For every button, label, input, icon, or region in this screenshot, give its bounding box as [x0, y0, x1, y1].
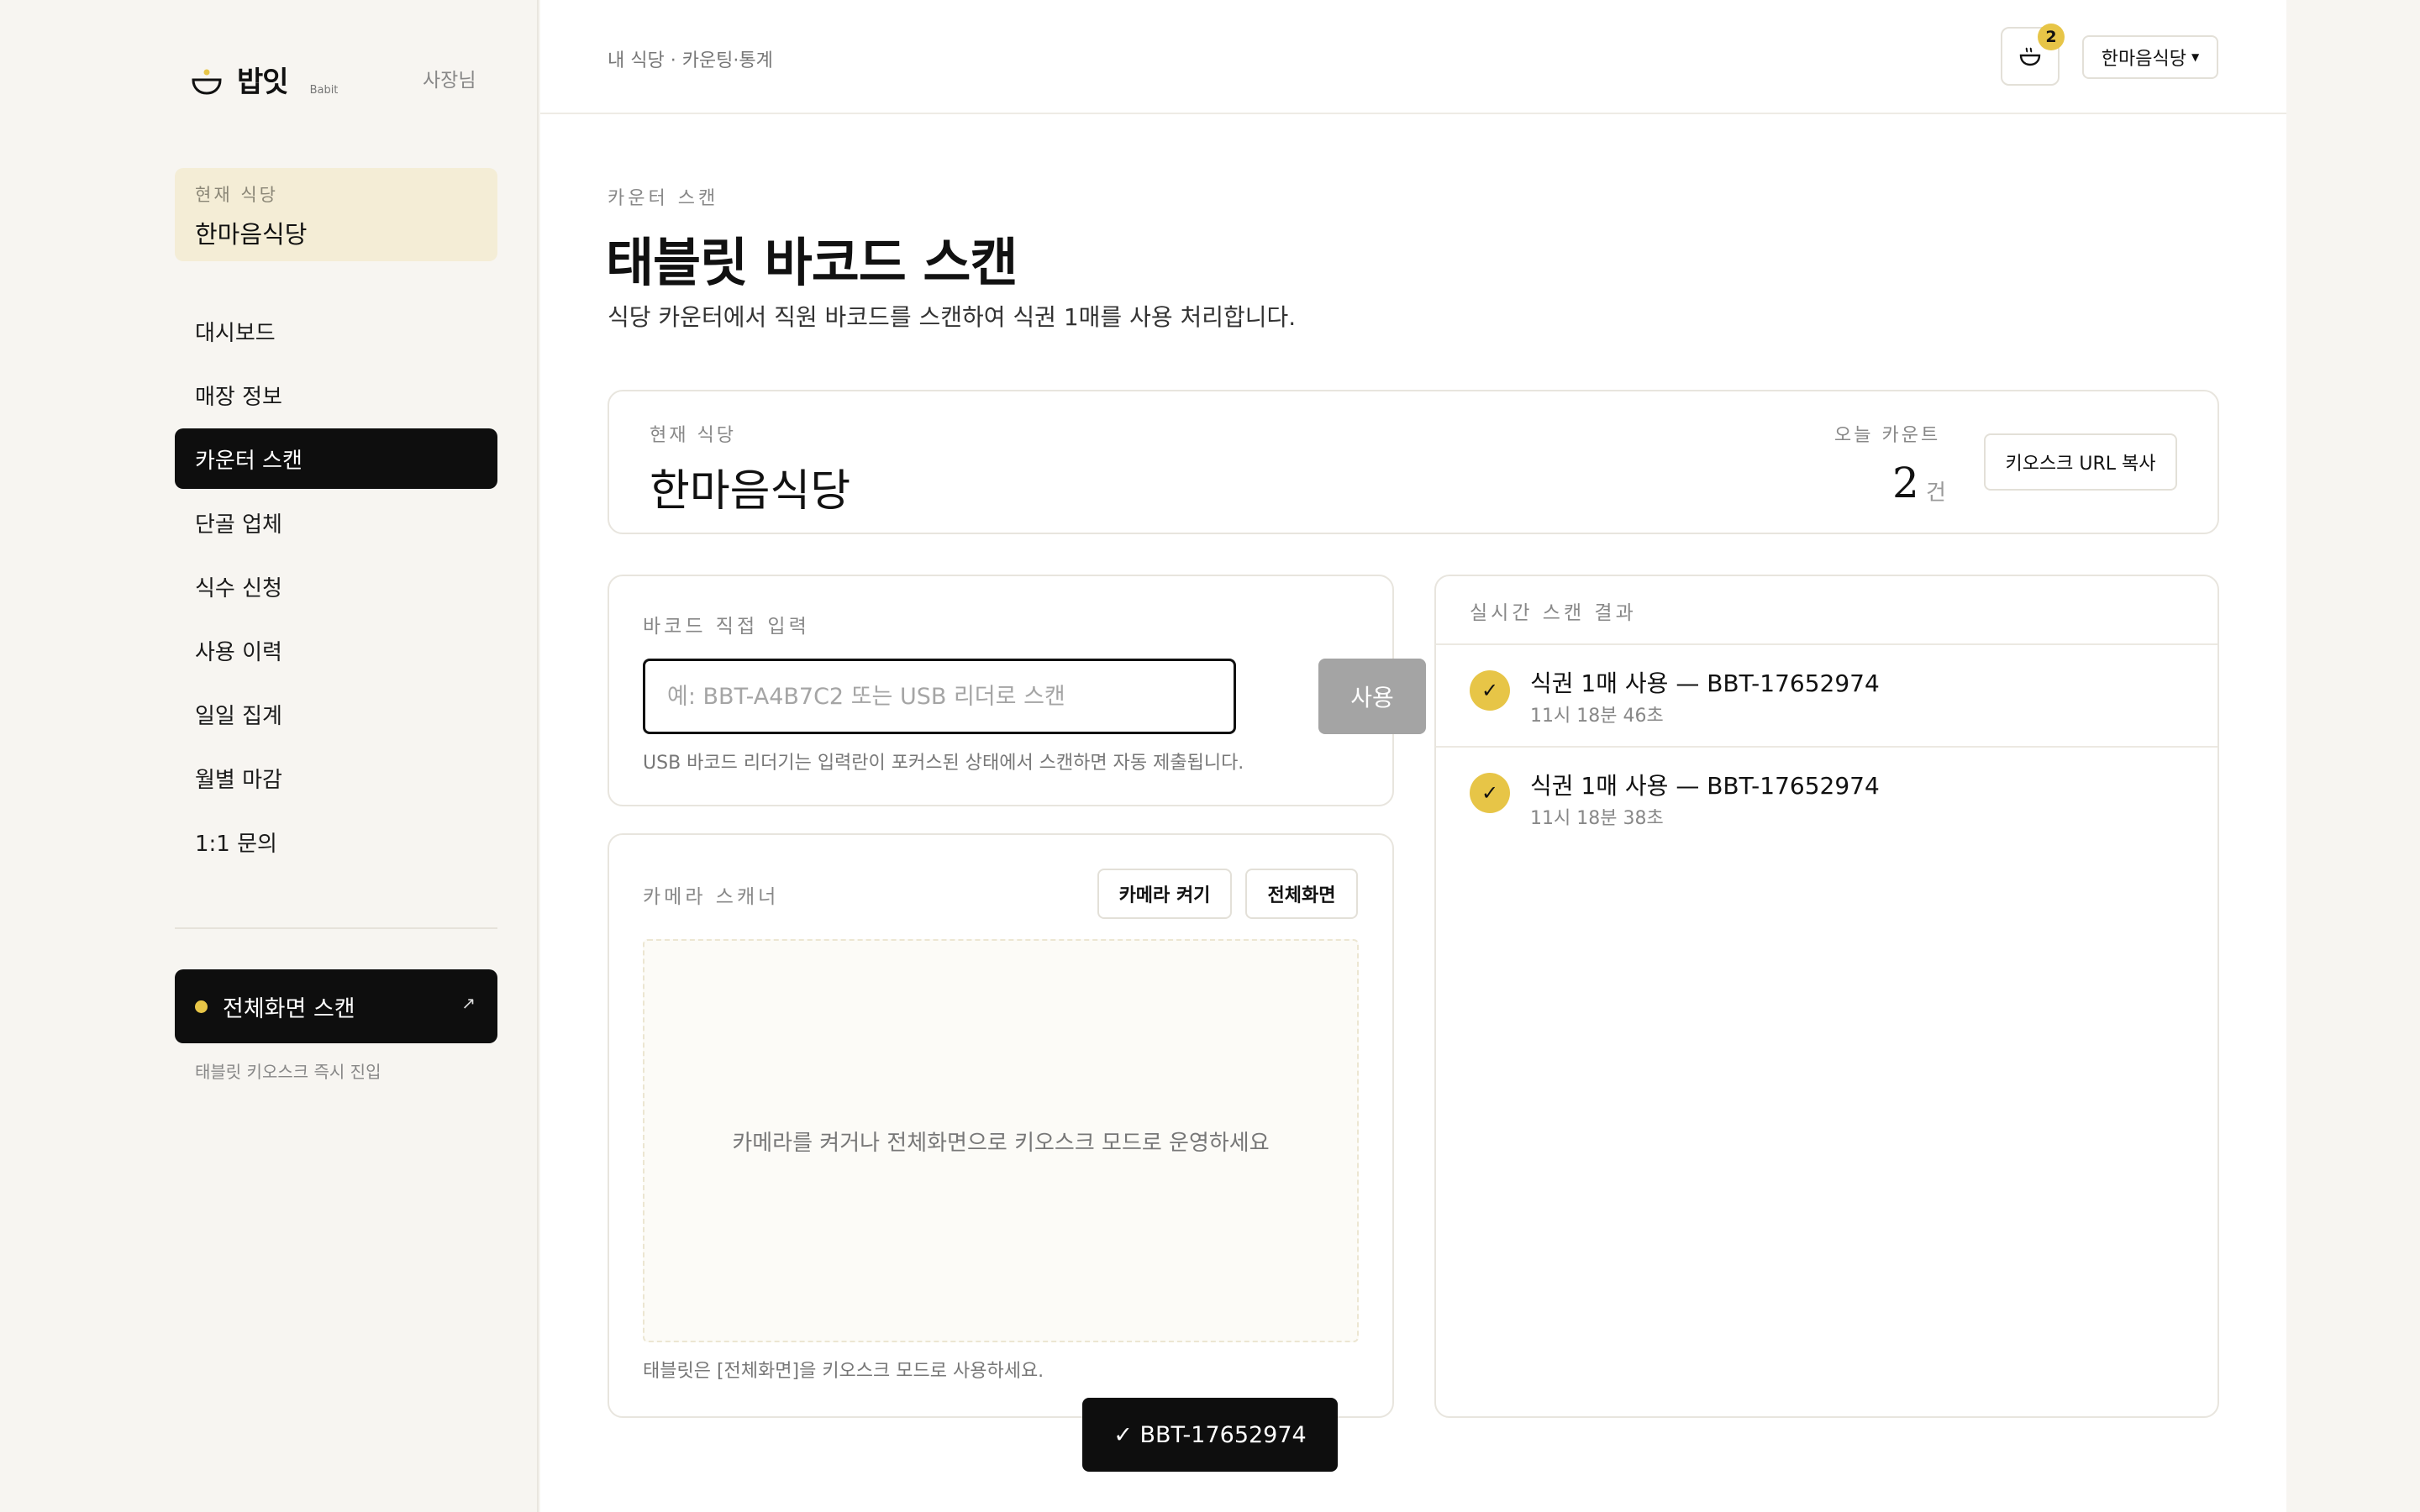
sidebar-item-inquiry[interactable]: 1:1 문의	[175, 811, 497, 872]
fullscreen-scan-label: 전체화면 스캔	[223, 995, 355, 1022]
main-content: 내 식당 · 카운팅·통계 2 한마음식당 ▼ 카운터 스캔 태블릿 바코드 스…	[540, 0, 2286, 1512]
store-summary-card: 현재 식당 한마음식당 오늘 카운트 2 건 키오스크 URL 복사	[608, 390, 2219, 534]
camera-scanner-label: 카메라 스캐너	[643, 886, 780, 908]
brand-logo[interactable]: 밥잇 Babit	[190, 59, 338, 100]
manual-barcode-card: 바코드 직접 입력 사용 USB 바코드 리더기는 입력란이 포커스된 상태에서…	[608, 575, 1426, 806]
use-ticket-button[interactable]: 사용	[1318, 659, 1426, 734]
breadcrumb: 내 식당 · 카운팅·통계	[608, 50, 773, 71]
page-description: 식당 카운터에서 직원 바코드를 스캔하여 식권 1매를 사용 처리합니다.	[608, 303, 1297, 331]
live-scan-results-card: 실시간 스캔 결과 ✓ 식권 1매 사용 — BBT-17652974 11시 …	[1434, 575, 2219, 1418]
scan-success-toast: ✓ BBT-17652974	[1082, 1398, 1338, 1472]
result-title: 식권 1매 사용 — BBT-17652974	[1530, 772, 1880, 800]
summary-store-value: 한마음식당	[650, 466, 851, 517]
today-count-unit: 건	[1926, 480, 1946, 506]
barcode-input[interactable]	[643, 659, 1236, 734]
right-gutter	[2286, 0, 2420, 1512]
page-eyebrow: 카운터 스캔	[608, 188, 719, 209]
store-select-dropdown[interactable]: 한마음식당 ▼	[2082, 35, 2218, 79]
current-store-value: 한마음식당	[195, 220, 308, 249]
camera-hint: 태블릿은 [전체화면]을 키오스크 모드로 사용하세요.	[643, 1361, 1044, 1382]
camera-preview-area[interactable]: 카메라를 켜거나 전체화면으로 키오스크 모드로 운영하세요	[643, 939, 1359, 1342]
fullscreen-scan-hint: 태블릿 키오스크 즉시 진입	[195, 1062, 381, 1082]
results-label: 실시간 스캔 결과	[1470, 602, 1637, 624]
store-select-value: 한마음식당	[2101, 49, 2186, 70]
sidebar-item-dashboard[interactable]: 대시보드	[175, 301, 497, 361]
manual-input-label: 바코드 직접 입력	[643, 616, 810, 638]
brand-name: 밥잇	[237, 66, 289, 99]
sidebar-item-regular-companies[interactable]: 단골 업체	[175, 492, 497, 553]
sidebar-item-daily-summary[interactable]: 일일 집계	[175, 684, 497, 744]
list-item: ✓ 식권 1매 사용 — BBT-17652974 11시 18분 46초	[1436, 645, 2217, 748]
sidebar: 밥잇 Babit 사장님 현재 식당 한마음식당 대시보드 매장 정보 카운터 …	[0, 0, 539, 1512]
sidebar-item-meal-requests[interactable]: 식수 신청	[175, 556, 497, 617]
camera-fullscreen-button[interactable]: 전체화면	[1245, 869, 1358, 919]
rice-bowl-icon	[192, 69, 222, 95]
user-role: 사장님	[423, 70, 476, 92]
fullscreen-scan-button[interactable]: 전체화면 스캔 ↗	[175, 969, 497, 1043]
topbar: 내 식당 · 카운팅·통계 2 한마음식당 ▼	[540, 0, 2286, 114]
bowl-notification-icon	[2019, 47, 2041, 66]
sidebar-item-usage-history[interactable]: 사용 이력	[175, 620, 497, 680]
barcode-input-hint: USB 바코드 리더기는 입력란이 포커스된 상태에서 스캔하면 자동 제출됩니…	[643, 753, 1244, 774]
external-arrow-icon: ↗	[461, 993, 476, 1013]
camera-on-button[interactable]: 카메라 켜기	[1097, 869, 1232, 919]
results-header: 실시간 스캔 결과	[1436, 576, 2217, 645]
camera-scanner-card: 카메라 스캐너 카메라 켜기 전체화면 카메라를 켜거나 전체화면으로 키오스크…	[608, 833, 1394, 1418]
sidebar-item-monthly-closing[interactable]: 월별 마감	[175, 748, 497, 808]
list-item: ✓ 식권 1매 사용 — BBT-17652974 11시 18분 38초	[1436, 748, 2217, 850]
today-count-label: 오늘 카운트	[1834, 425, 1941, 446]
brand-subtitle: Babit	[309, 84, 339, 97]
sidebar-divider	[175, 927, 497, 929]
notification-button[interactable]: 2	[2001, 24, 2065, 86]
page-title: 태블릿 바코드 스캔	[606, 232, 1018, 293]
sidebar-nav: 대시보드 매장 정보 카운터 스캔 단골 업체 식수 신청 사용 이력 일일 집…	[175, 301, 497, 875]
current-store-label: 현재 식당	[195, 185, 278, 205]
current-store-card: 현재 식당 한마음식당	[175, 168, 497, 261]
camera-placeholder-text: 카메라를 켜거나 전체화면으로 키오스크 모드로 운영하세요	[732, 1130, 1270, 1156]
sidebar-item-counter-scan[interactable]: 카운터 스캔	[175, 428, 497, 489]
copy-kiosk-url-button[interactable]: 키오스크 URL 복사	[1984, 433, 2177, 491]
caret-down-icon: ▼	[2191, 51, 2200, 63]
status-dot-icon	[195, 1000, 208, 1013]
today-count-value: 2	[1892, 459, 1919, 507]
result-title: 식권 1매 사용 — BBT-17652974	[1530, 669, 1880, 697]
result-time: 11시 18분 38초	[1530, 808, 1664, 829]
sidebar-item-store-info[interactable]: 매장 정보	[175, 365, 497, 425]
result-time: 11시 18분 46초	[1530, 706, 1664, 727]
check-icon: ✓	[1470, 670, 1510, 711]
notification-badge: 2	[2038, 24, 2065, 50]
check-icon: ✓	[1470, 773, 1510, 813]
summary-store-label: 현재 식당	[650, 425, 736, 446]
